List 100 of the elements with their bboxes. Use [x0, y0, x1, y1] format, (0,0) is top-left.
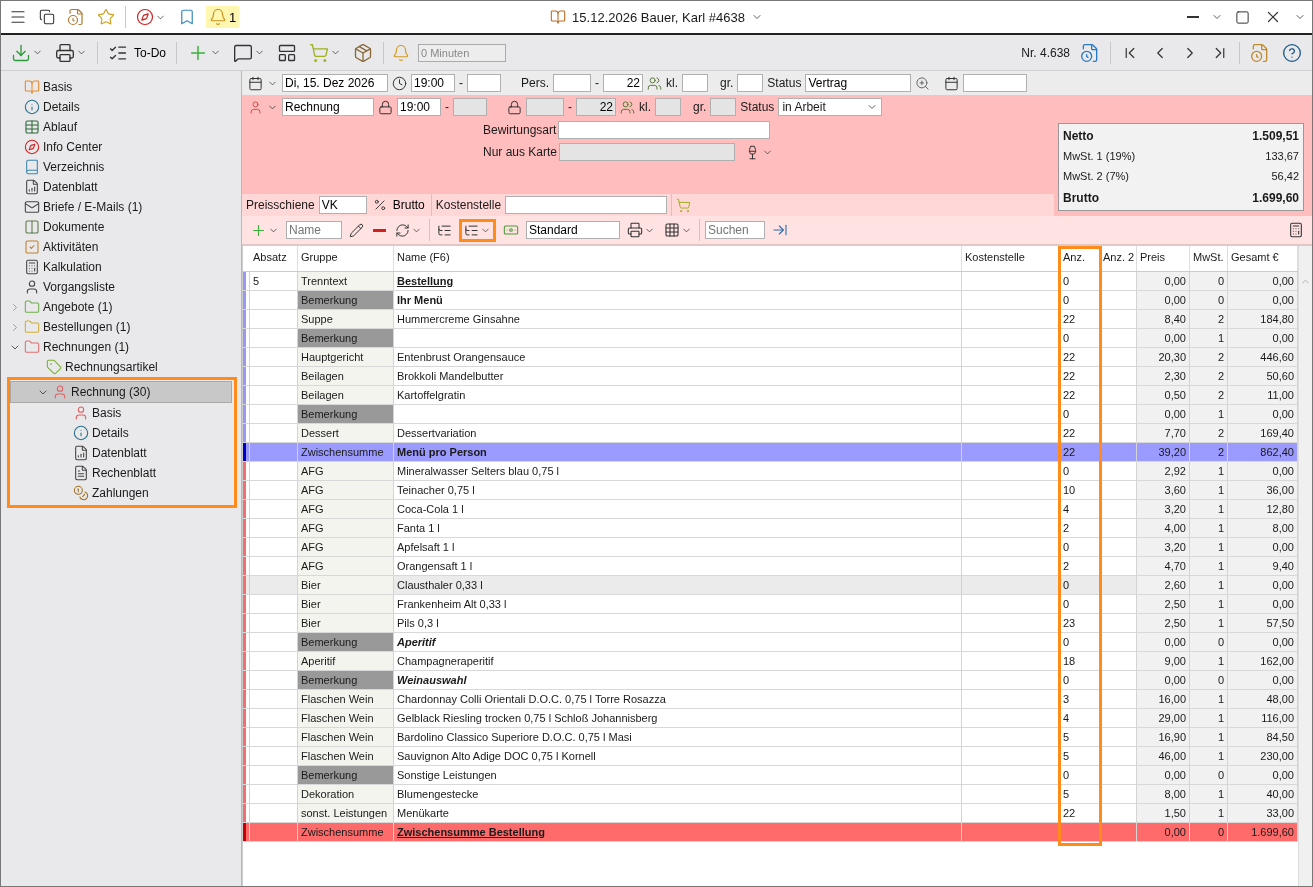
tree-item[interactable]: Briefe / E-Mails (1): [5, 197, 237, 217]
table-row[interactable]: sonst. Leistungen Menükarte 22 1,50 1 33,00: [243, 804, 1298, 823]
table-row[interactable]: Aperitif Champagneraperitif 18 9,00 1 162,00: [243, 652, 1298, 671]
tree-item[interactable]: Rechenblatt: [10, 463, 234, 483]
table-cell: 40,00: [1228, 785, 1298, 804]
table-row[interactable]: Flaschen Wein Sauvignon Alto Adige DOC 0,75 l Kornell 5 46,00 1 230,00: [243, 747, 1298, 766]
table-row[interactable]: Hauptgericht Entenbrust Orangensauce 22 20,30 2 446,60: [243, 348, 1298, 367]
gross-toggle[interactable]: Brutto: [370, 196, 427, 214]
price-tier-field[interactable]: VK: [318, 196, 367, 214]
zoom-icon: [915, 75, 931, 91]
table-row[interactable]: Dessert Dessertvariation 22 7,70 2 169,40: [243, 424, 1298, 443]
table-row[interactable]: Bier Frankenheim Alt 0,33 l 0 2,50 1 0,00: [243, 595, 1298, 614]
tree-item[interactable]: Details: [5, 97, 237, 117]
table-cell: Bemerkung: [298, 671, 394, 690]
table-row[interactable]: Bemerkung Weinauswahl 0 0,00 0 0,00: [243, 671, 1298, 690]
table-row[interactable]: Bemerkung Aperitif 0 0,00 0 0,00: [243, 633, 1298, 652]
status-dropdown[interactable]: in Arbeit: [778, 98, 883, 116]
table-cell: 1: [1190, 614, 1228, 633]
table-cell: 0,00: [1228, 272, 1298, 291]
expand-button[interactable]: [459, 218, 496, 242]
tree-item[interactable]: Rechnungsartikel: [5, 357, 237, 377]
record-number: Nr. 4.638: [1021, 45, 1070, 60]
table-row[interactable]: 5 Trenntext Bestellung 0 0,00 0 0,00: [243, 272, 1298, 291]
column-header[interactable]: Anz. 2: [1100, 246, 1137, 271]
input-field[interactable]: [737, 74, 764, 92]
table-row[interactable]: Zwischensumme Menü pro Person 22 39,20 2 862,40: [243, 443, 1298, 462]
table-row[interactable]: Bier Pils 0,3 l 23 2,50 1 57,50: [243, 614, 1298, 633]
table-row[interactable]: AFG Orangensaft 1 l 2 4,70 1 9,40: [243, 557, 1298, 576]
tree-item[interactable]: Vorgangsliste: [5, 277, 237, 297]
tree-item[interactable]: Rechnung (30): [10, 381, 232, 403]
table-row[interactable]: AFG Fanta 1 l 2 4,00 1 8,00: [243, 519, 1298, 538]
column-header[interactable]: Kostenstelle: [962, 246, 1060, 271]
input-field[interactable]: [682, 74, 708, 92]
todo-button[interactable]: To-Do: [106, 40, 168, 65]
tree-item[interactable]: Aktivitäten: [5, 237, 237, 257]
input-field[interactable]: 22: [603, 74, 643, 92]
table-row[interactable]: Bemerkung 0 0,00 1 0,00: [243, 405, 1298, 424]
tree-item[interactable]: Zahlungen: [10, 483, 234, 503]
figure-icon: [73, 405, 89, 421]
table-row[interactable]: Suppe Hummercreme Ginsahne 22 8,40 2 184,80: [243, 310, 1298, 329]
type-field[interactable]: Rechnung: [282, 98, 374, 116]
input-field[interactable]: [558, 121, 771, 139]
table-row[interactable]: Beilagen Brokkoli Mandelbutter 22 2,30 2 50,60: [243, 367, 1298, 386]
table-row[interactable]: Bier Clausthaler 0,33 l 0 2,60 1 0,00: [243, 576, 1298, 595]
column-header[interactable]: Anz.: [1060, 246, 1100, 271]
tree-item[interactable]: Kalkulation: [5, 257, 237, 277]
tree-item[interactable]: Bestellungen (1): [5, 317, 237, 337]
field-label: Bewirtungsart: [483, 123, 557, 137]
table-row[interactable]: Flaschen Wein Chardonnay Colli Orientali D.O.C. 0,75 l Torre Rosazza 3 16,00 1 48,00: [243, 690, 1298, 709]
input-field[interactable]: [553, 74, 591, 92]
column-header[interactable]: Absatz: [250, 246, 298, 271]
tree-item[interactable]: Basis: [10, 403, 234, 423]
table-row[interactable]: AFG Coca-Cola 1 l 4 3,20 1 12,80: [243, 500, 1298, 519]
input-field[interactable]: [963, 74, 1028, 92]
tree-icon: [437, 222, 452, 238]
column-header[interactable]: Gruppe: [298, 246, 394, 271]
layout-field[interactable]: Standard: [526, 221, 620, 239]
table-row[interactable]: Zwischensumme Zwischensumme Bestellung 0,00 0 1.699,60: [243, 823, 1298, 842]
table-cell: 29,00: [1137, 709, 1190, 728]
name-field[interactable]: Name: [286, 221, 342, 239]
table-cell: 3,20: [1137, 500, 1190, 519]
table-row[interactable]: Beilagen Kartoffelgratin 22 0,50 2 11,00: [243, 386, 1298, 405]
search-field[interactable]: Suchen: [705, 221, 765, 239]
tree-item[interactable]: Ablauf: [5, 117, 237, 137]
table-row[interactable]: AFG Teinacher 0,75 l 10 3,60 1 36,00: [243, 481, 1298, 500]
tree-item[interactable]: Datenblatt: [5, 177, 237, 197]
tree-item[interactable]: Verzeichnis: [5, 157, 237, 177]
table-row[interactable]: Bemerkung Ihr Menü 0 0,00 0 0,00: [243, 291, 1298, 310]
table-row[interactable]: Bemerkung 0 0,00 1 0,00: [243, 329, 1298, 348]
tree-item[interactable]: Info Center: [5, 137, 237, 157]
tree-item[interactable]: Dokumente: [5, 217, 237, 237]
tree-item[interactable]: Rechnungen (1): [5, 337, 237, 357]
status-field[interactable]: Vertrag: [805, 74, 912, 92]
table-cell: 2,92: [1137, 462, 1190, 481]
column-header[interactable]: Name (F6): [394, 246, 962, 271]
time-field[interactable]: [467, 74, 501, 92]
column-header[interactable]: Preis: [1137, 246, 1190, 271]
tree-item[interactable]: Angebote (1): [5, 297, 237, 317]
input-field[interactable]: [505, 196, 668, 214]
lock-icon: [507, 99, 522, 115]
table-row[interactable]: Flaschen Wein Gelblack Riesling trocken 0,75 l Schloß Johannisberg 4 29,00 1 116,00: [243, 709, 1298, 728]
table-row[interactable]: Bemerkung Sonstige Leistungen 0 0,00 0 0,00: [243, 766, 1298, 785]
time-field[interactable]: 19:00: [397, 98, 441, 116]
table-row[interactable]: AFG Apfelsaft 1 l 0 3,20 1 0,00: [243, 538, 1298, 557]
tree-item[interactable]: Details: [10, 423, 234, 443]
table-row[interactable]: Dekoration Blumengestecke 5 8,00 1 40,00: [243, 785, 1298, 804]
column-header[interactable]: MwSt.: [1190, 246, 1228, 271]
date-field[interactable]: Di, 15. Dez 2026: [282, 74, 388, 92]
time-field[interactable]: 19:00: [411, 74, 455, 92]
tree-item[interactable]: Basis: [5, 77, 237, 97]
table-cell: AFG: [298, 538, 394, 557]
document-clock-icon: [1250, 42, 1270, 63]
speech-bubble-icon: [233, 42, 253, 63]
notifications-button[interactable]: 1: [206, 6, 240, 28]
table-cell: Bemerkung: [298, 766, 394, 785]
windows-button[interactable]: [37, 7, 57, 27]
table-row[interactable]: Flaschen Wein Bardolino Classico Superiore D.O.C. 0,75 l Masi 5 16,90 1 84,50: [243, 728, 1298, 747]
bell-icon: [209, 8, 227, 26]
table-row[interactable]: AFG Mineralwasser Selters blau 0,75 l 0 2,92 1 0,00: [243, 462, 1298, 481]
tree-item[interactable]: Datenblatt: [10, 443, 234, 463]
